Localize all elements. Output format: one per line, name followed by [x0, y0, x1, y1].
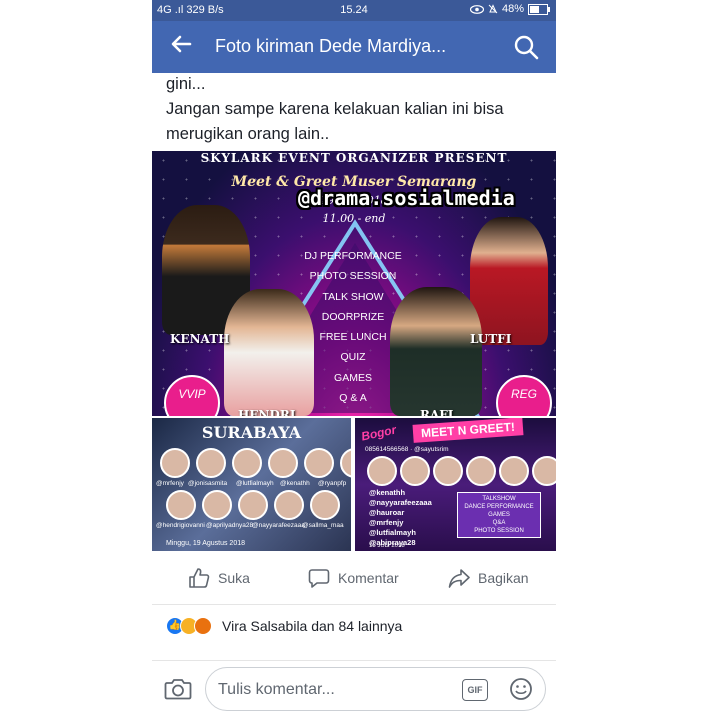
- activity-list: DJ PERFORMANCE PHOTO SESSION TALK SHOW D…: [292, 246, 414, 408]
- status-bar: 4G .ıl 329 B/s 15.24 48%: [152, 0, 556, 21]
- activity-item: DOORPRIZE: [321, 310, 385, 323]
- handle: @mrfenjy: [156, 480, 184, 487]
- divider: [152, 660, 556, 661]
- avatar-row: [160, 448, 351, 478]
- avatar-row: [367, 456, 556, 486]
- contact-info: 085614566568 · @sayutsrim: [365, 446, 449, 453]
- comment-icon: [308, 569, 330, 588]
- caption-line: Jangan sampe karena kelakuan kalian ini …: [166, 100, 504, 118]
- thumb-date: 15 JULI 2018: [369, 543, 405, 549]
- thumbs-up-icon: [189, 568, 210, 588]
- eye-icon: [469, 4, 484, 14]
- name-hendri: HENDRI: [238, 408, 296, 416]
- search-button[interactable]: [512, 33, 540, 61]
- share-icon: [448, 569, 470, 588]
- activity-item: QUIZ: [340, 351, 366, 364]
- alarm-off-icon: [488, 4, 498, 14]
- activity-item: Q&A: [492, 520, 506, 526]
- reaction-summary[interactable]: 👍 Vira Salsabila dan 84 lainnya: [166, 617, 402, 635]
- activity-item: DJ PERFORMANCE: [304, 250, 402, 262]
- handle: @ryanpfp: [318, 480, 347, 487]
- thumb-title: MEET N GREET!: [412, 418, 524, 443]
- handle: @jonisasmita: [188, 480, 228, 487]
- arrow-left-icon: [171, 35, 192, 53]
- handle: @aprilyadnya28: [206, 522, 254, 529]
- handle: @nayyarafeezaaa: [252, 522, 305, 529]
- activity-item: TALKSHOW: [482, 496, 516, 502]
- surabaya-poster-thumbnail[interactable]: SURABAYA @mrfenjy @jonisasmita @lutfialm…: [152, 418, 351, 551]
- handle: @kenathh: [369, 488, 406, 497]
- name-lutfi: LUTFI: [470, 332, 512, 346]
- facebook-photo-screen: 4G .ıl 329 B/s 15.24 48% Foto kiriman De…: [152, 0, 556, 720]
- comment-composer: Tulis komentar... GIF: [152, 665, 556, 720]
- activity-item: DANCE PERFORMANCE: [464, 504, 534, 510]
- handle: @kenathh: [280, 480, 310, 487]
- search-icon: [514, 35, 539, 60]
- caption-line: merugikan orang lain..: [166, 125, 330, 143]
- handle: @sallma_maa: [302, 522, 344, 529]
- handle: @nayyarafeezaaa: [369, 498, 432, 507]
- post-actions: Suka Komentar Bagikan: [152, 555, 556, 603]
- activity-item: Q & A: [339, 392, 367, 405]
- share-label: Bagikan: [478, 570, 529, 586]
- activity-item: FREE LUNCH: [319, 331, 387, 344]
- thumb-city-title: SURABAYA: [201, 423, 302, 442]
- back-button[interactable]: [170, 33, 196, 59]
- watermark-text: @drama.sosialmedia: [298, 186, 515, 210]
- activity-box: TALKSHOW DANCE PERFORMANCE GAMES Q&A PHO…: [457, 492, 541, 538]
- thumb-city-title: Bogor: [359, 422, 398, 444]
- emoji-icon[interactable]: [509, 677, 533, 701]
- bogor-poster-thumbnail[interactable]: Bogor MEET N GREET! 085614566568 · @sayu…: [355, 418, 556, 551]
- battery-percent: 48%: [501, 3, 524, 15]
- comment-label: Komentar: [338, 570, 399, 586]
- app-bar: Foto kiriman Dede Mardiya...: [152, 21, 556, 73]
- page-title: Foto kiriman Dede Mardiya...: [215, 36, 447, 56]
- handle: @hendrigiovanni: [156, 522, 205, 529]
- name-rafi: RAFI: [420, 408, 454, 416]
- like-label: Suka: [218, 570, 250, 586]
- handle: @lutfialmayh: [369, 528, 416, 537]
- caption-line: gini...: [166, 75, 206, 93]
- camera-button[interactable]: [164, 677, 192, 701]
- status-right: 48%: [469, 3, 550, 15]
- thumb-date: Minggu, 19 Agustus 2018: [166, 540, 246, 547]
- person-photo-lutfi: [470, 217, 548, 345]
- activity-item: TALK SHOW: [322, 290, 384, 303]
- activity-item: PHOTO SESSION: [474, 528, 524, 534]
- post-caption: gini... Jangan sampe karena kelakuan kal…: [166, 72, 546, 147]
- handle: @mrfenjy: [369, 518, 404, 527]
- gif-button[interactable]: GIF: [462, 679, 488, 701]
- battery-icon: [528, 3, 550, 15]
- reaction-text: Vira Salsabila dan 84 lainnya: [222, 618, 403, 634]
- poster-header: SKYLARK EVENT ORGANIZER PRESENT: [200, 151, 508, 165]
- share-button[interactable]: Bagikan: [448, 567, 529, 589]
- activity-item: GAMES: [488, 512, 510, 518]
- handle: @hauroar: [369, 508, 405, 517]
- comment-button[interactable]: Komentar: [308, 567, 399, 589]
- camera-icon: [164, 679, 192, 700]
- divider: [152, 604, 556, 605]
- comment-input[interactable]: Tulis komentar... GIF: [205, 667, 546, 711]
- name-kenath: KENATH: [170, 332, 230, 346]
- handle: @lutfialmayh: [236, 480, 274, 487]
- handle-list: @kenathh @nayyarafeezaaa @hauroar @mrfen…: [369, 488, 432, 548]
- avatar-row: [166, 490, 340, 520]
- angry-reaction-icon: [194, 617, 212, 635]
- like-button[interactable]: Suka: [188, 567, 250, 589]
- activity-item: PHOTO SESSION: [309, 270, 397, 283]
- comment-placeholder: Tulis komentar...: [218, 681, 335, 698]
- activity-item: GAMES: [334, 371, 372, 384]
